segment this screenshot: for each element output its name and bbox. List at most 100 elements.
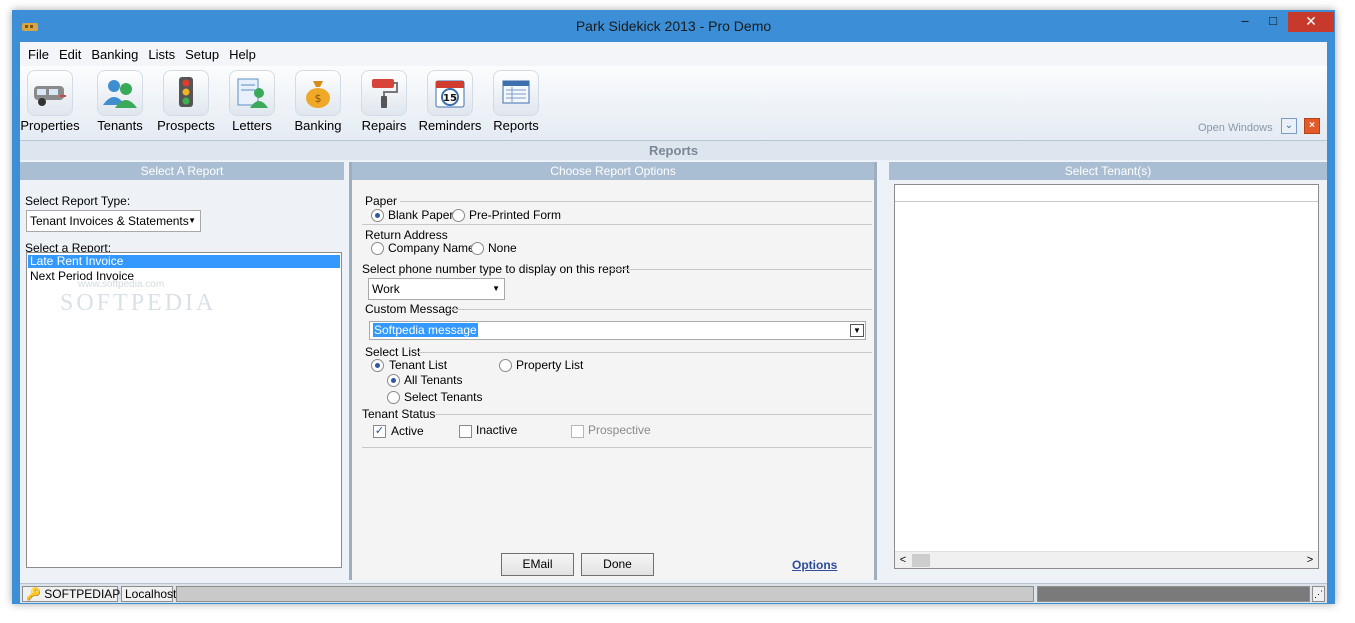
tenants-icon: [97, 70, 143, 116]
paper-group-label: Paper: [365, 194, 398, 208]
none-radio[interactable]: [471, 242, 484, 255]
select-tenants-panel: Select Tenant(s) < >: [889, 162, 1327, 580]
menu-help[interactable]: Help: [229, 47, 256, 62]
select-list-label: Select List: [365, 345, 421, 359]
none-label: None: [488, 241, 517, 255]
paint-roller-icon: [361, 70, 407, 116]
custom-message-combo[interactable]: Softpedia message ▼: [369, 321, 866, 340]
title-bar[interactable]: Park Sidekick 2013 - Pro Demo – □ ✕: [12, 10, 1335, 42]
tenant-list[interactable]: < >: [894, 184, 1319, 569]
toolbar-properties-button[interactable]: Properties: [15, 70, 85, 133]
company-name-radio[interactable]: [371, 242, 384, 255]
active-label: Active: [391, 424, 424, 438]
letter-icon: [229, 70, 275, 116]
softpedia-url-watermark: www.softpedia.com: [78, 279, 165, 290]
status-server: Localhost: [121, 586, 176, 602]
toolbar-reminders-button[interactable]: 15 Reminders: [415, 70, 485, 133]
app-window: Park Sidekick 2013 - Pro Demo – □ ✕ File…: [12, 10, 1335, 604]
prospective-checkbox: [571, 425, 584, 438]
minimize-button[interactable]: –: [1232, 12, 1258, 32]
all-tenants-radio[interactable]: [387, 374, 400, 387]
options-link[interactable]: Options: [792, 558, 837, 572]
menu-edit[interactable]: Edit: [59, 47, 81, 62]
softpedia-watermark: SOFTPEDIA: [60, 290, 217, 316]
report-type-label: Select Report Type:: [25, 194, 131, 208]
report-type-select[interactable]: Tenant Invoices & Statements ▼: [26, 210, 201, 232]
tenant-list-radio[interactable]: [371, 359, 384, 372]
custom-message-label: Custom Message: [365, 302, 459, 316]
done-button[interactable]: Done: [581, 553, 654, 576]
chevron-down-icon[interactable]: ▼: [850, 324, 864, 337]
scroll-thumb[interactable]: [912, 554, 930, 567]
property-list-label: Property List: [516, 358, 584, 372]
toolbar-repairs-button[interactable]: Repairs: [349, 70, 419, 133]
all-tenants-label: All Tenants: [404, 373, 463, 387]
toolbar-prospects-button[interactable]: Prospects: [151, 70, 221, 133]
menu-banking[interactable]: Banking: [91, 47, 138, 62]
key-icon: 🔑: [26, 587, 41, 601]
tenant-status-label: Tenant Status: [362, 407, 436, 421]
select-tenants-radio[interactable]: [387, 391, 400, 404]
section-title: Reports: [20, 141, 1327, 160]
menu-setup[interactable]: Setup: [185, 47, 219, 62]
svg-text:15: 15: [443, 93, 457, 104]
resize-grip-icon[interactable]: ⋰: [1312, 586, 1325, 602]
pre-printed-radio[interactable]: [452, 209, 465, 222]
panel-header: Select A Report: [20, 162, 344, 180]
blank-paper-radio[interactable]: [371, 209, 384, 222]
toolbar-label: Repairs: [361, 118, 407, 133]
calendar-icon: 15: [427, 70, 473, 116]
close-button[interactable]: ✕: [1288, 12, 1334, 32]
toolbar-label: Tenants: [97, 118, 143, 133]
menu-lists[interactable]: Lists: [148, 47, 175, 62]
list-item[interactable]: Next Period Invoice: [28, 270, 340, 283]
open-windows-dropdown-icon[interactable]: ⌄: [1281, 118, 1297, 134]
select-tenants-label: Select Tenants: [404, 390, 483, 404]
email-button[interactable]: EMail: [501, 553, 574, 576]
toolbar-banking-button[interactable]: $ Banking: [283, 70, 353, 133]
phone-type-value: Work: [372, 282, 400, 296]
inactive-label: Inactive: [476, 423, 518, 437]
money-bag-icon: $: [295, 70, 341, 116]
return-address-label: Return Address: [365, 228, 448, 242]
phone-type-select[interactable]: Work ▼: [368, 278, 505, 300]
divider: [434, 414, 872, 415]
close-all-windows-icon[interactable]: ×: [1304, 118, 1320, 134]
tenant-list-label: Tenant List: [389, 358, 448, 372]
status-bar: 🔑 SOFTPEDIAPC Localhost ⋰: [20, 583, 1327, 603]
divider: [418, 352, 872, 353]
status-computer: 🔑 SOFTPEDIAPC: [22, 586, 129, 602]
panel-header: Select Tenant(s): [889, 162, 1327, 180]
property-list-radio[interactable]: [499, 359, 512, 372]
svg-text:$: $: [315, 92, 322, 105]
report-icon: [493, 70, 539, 116]
list-item[interactable]: Late Rent Invoice: [28, 255, 340, 268]
traffic-light-icon: [163, 70, 209, 116]
prospective-label: Prospective: [588, 423, 651, 437]
toolbar-label: Reports: [493, 118, 539, 133]
toolbar-label: Prospects: [157, 118, 215, 133]
chevron-down-icon: ▼: [188, 216, 196, 225]
maximize-button[interactable]: □: [1260, 12, 1286, 32]
active-checkbox[interactable]: ✓: [373, 425, 386, 438]
report-options-panel: Choose Report Options Paper Blank Paper …: [349, 162, 877, 580]
divider: [450, 309, 872, 310]
toolbar-letters-button[interactable]: Letters: [217, 70, 287, 133]
horizontal-scrollbar[interactable]: < >: [895, 551, 1318, 568]
scroll-left-icon[interactable]: <: [896, 552, 910, 568]
trailer-icon: [27, 70, 73, 116]
divider: [362, 224, 872, 225]
custom-message-value[interactable]: Softpedia message: [373, 323, 478, 337]
open-windows-label: Open Windows: [1198, 122, 1273, 134]
report-type-value: Tenant Invoices & Statements: [30, 214, 189, 228]
company-name-label: Company Name: [388, 241, 475, 255]
toolbar-tenants-button[interactable]: Tenants: [85, 70, 155, 133]
toolbar-label: Reminders: [418, 118, 482, 133]
toolbar-reports-button[interactable]: Reports: [481, 70, 551, 133]
inactive-checkbox[interactable]: [459, 425, 472, 438]
divider: [362, 447, 872, 448]
divider: [400, 201, 872, 202]
menu-file[interactable]: File: [28, 47, 49, 62]
scroll-right-icon[interactable]: >: [1303, 552, 1317, 568]
blank-paper-label: Blank Paper: [388, 208, 454, 222]
